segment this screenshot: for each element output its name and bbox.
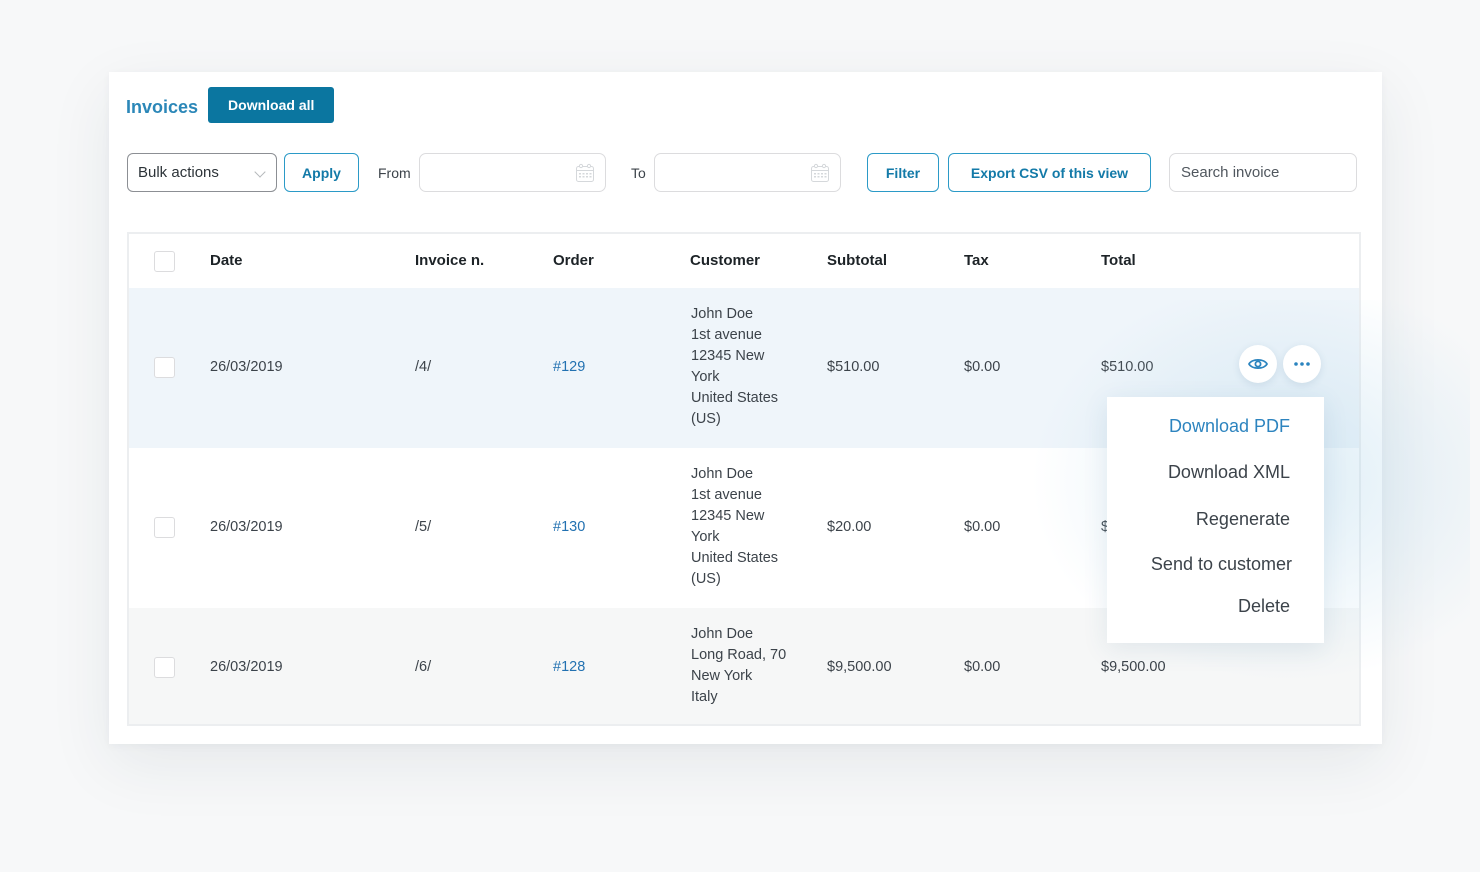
row-customer: John Doe Long Road, 70 New York Italy bbox=[691, 624, 786, 708]
row-checkbox[interactable] bbox=[154, 657, 175, 678]
from-label: From bbox=[378, 165, 411, 181]
customer-line: John Doe bbox=[691, 466, 754, 482]
chevron-down-icon bbox=[254, 166, 266, 178]
menu-item-delete[interactable]: Delete bbox=[1238, 596, 1290, 617]
row-date: 26/03/2019 bbox=[210, 359, 283, 375]
row-checkbox[interactable] bbox=[154, 357, 175, 378]
download-all-button[interactable]: Download all bbox=[208, 87, 335, 123]
menu-item-regenerate[interactable]: Regenerate bbox=[1196, 509, 1290, 530]
customer-line: 1st avenue bbox=[691, 487, 762, 503]
filter-toolbar: Bulk actions Apply From To Filter Export… bbox=[127, 153, 1357, 192]
view-invoice-button[interactable] bbox=[1239, 345, 1277, 383]
row-tax: $0.00 bbox=[964, 659, 1001, 675]
bulk-actions-value: Bulk actions bbox=[138, 164, 219, 181]
customer-line: 1st avenue bbox=[691, 327, 762, 343]
column-header-date[interactable]: Date bbox=[210, 252, 243, 269]
row-total: $9,500.00 bbox=[1101, 659, 1166, 675]
row-order-link[interactable]: #130 bbox=[553, 519, 585, 535]
export-csv-button[interactable]: Export CSV of this view bbox=[948, 153, 1151, 192]
panel-header: Invoices Download all bbox=[126, 87, 335, 123]
menu-item-send-to-customer[interactable]: Send to customer bbox=[1151, 554, 1292, 575]
row-tax: $0.00 bbox=[964, 359, 1001, 375]
menu-item-download-pdf[interactable]: Download PDF bbox=[1169, 416, 1290, 437]
more-horizontal-icon bbox=[1294, 362, 1310, 366]
row-subtotal: $9,500.00 bbox=[827, 659, 892, 675]
row-invoice-number: /5/ bbox=[415, 519, 432, 535]
row-actions-menu: Download PDF Download XML Regenerate Sen… bbox=[1107, 397, 1324, 643]
column-header-customer[interactable]: Customer bbox=[690, 252, 760, 269]
customer-line: Long Road, 70 bbox=[691, 647, 787, 663]
row-customer: John Doe 1st avenue 12345 New York Unite… bbox=[691, 304, 778, 430]
eye-icon bbox=[1248, 358, 1268, 370]
from-date-input[interactable] bbox=[419, 153, 606, 192]
row-order-link[interactable]: #128 bbox=[553, 659, 585, 675]
select-all-checkbox[interactable] bbox=[154, 251, 175, 272]
customer-line: New York bbox=[691, 668, 753, 684]
menu-item-download-xml[interactable]: Download XML bbox=[1168, 462, 1290, 483]
customer-line: United States bbox=[691, 550, 779, 566]
customer-line: John Doe bbox=[691, 306, 754, 322]
customer-line: 12345 New bbox=[691, 508, 765, 524]
customer-line: York bbox=[691, 529, 720, 545]
search-invoice-input[interactable] bbox=[1169, 153, 1357, 192]
row-customer: John Doe 1st avenue 12345 New York Unite… bbox=[691, 464, 778, 590]
customer-line: York bbox=[691, 369, 720, 385]
row-checkbox[interactable] bbox=[154, 517, 175, 538]
column-header-order[interactable]: Order bbox=[553, 252, 594, 269]
customer-line: John Doe bbox=[691, 626, 754, 642]
row-invoice-number: /6/ bbox=[415, 659, 432, 675]
calendar-icon bbox=[811, 163, 829, 182]
filter-button[interactable]: Filter bbox=[867, 153, 939, 192]
row-date: 26/03/2019 bbox=[210, 659, 283, 675]
apply-button[interactable]: Apply bbox=[284, 153, 359, 192]
row-tax: $0.00 bbox=[964, 519, 1001, 535]
row-total: $510.00 bbox=[1101, 359, 1154, 375]
to-date-input[interactable] bbox=[654, 153, 841, 192]
row-subtotal: $510.00 bbox=[827, 359, 880, 375]
customer-line: Italy bbox=[691, 689, 718, 705]
row-date: 26/03/2019 bbox=[210, 519, 283, 535]
customer-line: 12345 New bbox=[691, 348, 765, 364]
more-actions-button[interactable] bbox=[1283, 345, 1321, 383]
column-header-total[interactable]: Total bbox=[1101, 252, 1136, 269]
row-order-link[interactable]: #129 bbox=[553, 359, 585, 375]
column-header-tax[interactable]: Tax bbox=[964, 252, 989, 269]
customer-line: (US) bbox=[691, 571, 721, 587]
row-invoice-number: /4/ bbox=[415, 359, 432, 375]
column-header-invoice[interactable]: Invoice n. bbox=[415, 252, 484, 269]
table-header: Date Invoice n. Order Customer Subtotal … bbox=[129, 234, 1359, 288]
page-title: Invoices bbox=[126, 96, 199, 117]
customer-line: United States bbox=[691, 390, 779, 406]
bulk-actions-select[interactable]: Bulk actions bbox=[127, 153, 277, 192]
row-subtotal: $20.00 bbox=[827, 519, 872, 535]
customer-line: (US) bbox=[691, 411, 721, 427]
column-header-subtotal[interactable]: Subtotal bbox=[827, 252, 887, 269]
to-label: To bbox=[631, 165, 646, 181]
calendar-icon bbox=[576, 163, 594, 182]
